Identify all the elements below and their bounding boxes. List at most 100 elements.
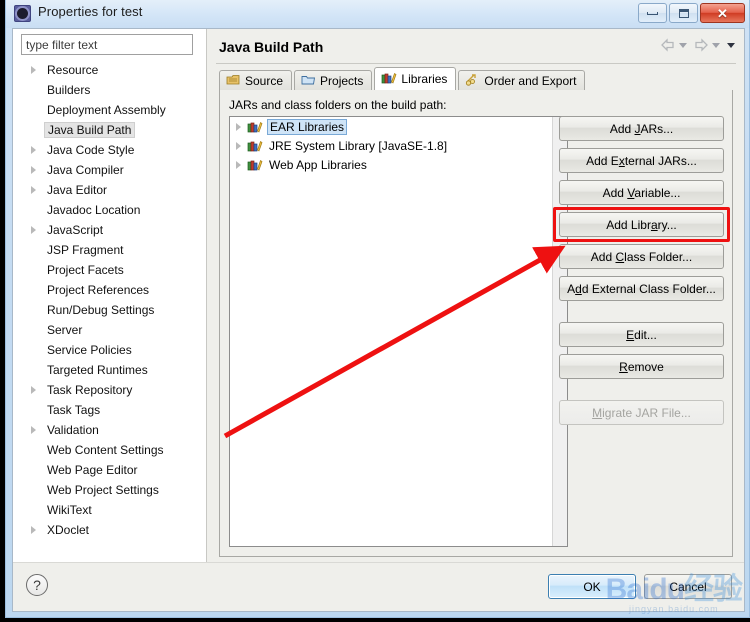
sidebar-item-label: Web Project Settings	[47, 483, 159, 497]
chevron-right-icon[interactable]	[31, 166, 36, 174]
library-entry-row[interactable]: Web App Libraries	[230, 155, 567, 174]
back-arrow-icon[interactable]	[660, 38, 676, 52]
sidebar-item-label: XDoclet	[47, 523, 90, 537]
chevron-right-icon[interactable]	[31, 386, 36, 394]
chevron-right-icon[interactable]	[31, 526, 36, 534]
sidebar-item-java-editor[interactable]: Java Editor	[13, 180, 207, 200]
build-path-tabs[interactable]: Source Projects Libraries Order and Export	[219, 67, 587, 91]
library-books-icon	[247, 139, 263, 153]
chevron-right-icon[interactable]	[31, 226, 36, 234]
sidebar-item-web-content-settings[interactable]: Web Content Settings	[13, 440, 207, 460]
sidebar-item-label: Project References	[47, 283, 150, 297]
sidebar-item-web-page-editor[interactable]: Web Page Editor	[13, 460, 207, 480]
library-books-icon	[247, 120, 263, 134]
minimize-icon	[647, 11, 658, 15]
tab-label: Libraries	[401, 72, 448, 86]
sidebar-item-label: Server	[47, 323, 83, 337]
library-entry-row[interactable]: EAR Libraries	[230, 117, 567, 136]
tab-projects[interactable]: Projects	[294, 70, 373, 91]
libraries-button-column[interactable]: Add JARs... Add External JARs... Add Varia…	[559, 116, 724, 432]
button-add-jars[interactable]: Add JARs...	[559, 116, 724, 141]
sidebar-item-task-repository[interactable]: Task Repository	[13, 380, 207, 400]
sidebar-item-java-build-path[interactable]: Java Build Path	[13, 120, 207, 140]
sidebar-item-label: Java Build Path	[44, 122, 136, 138]
sidebar-item-xdoclet[interactable]: XDoclet	[13, 520, 207, 540]
chevron-right-icon[interactable]	[31, 186, 36, 194]
sidebar-item-web-project-settings[interactable]: Web Project Settings	[13, 480, 207, 500]
sidebar-item-run-debug-settings[interactable]: Run/Debug Settings	[13, 300, 207, 320]
sidebar-item-targeted-runtimes[interactable]: Targeted Runtimes	[13, 360, 207, 380]
forward-arrow-icon[interactable]	[693, 38, 709, 52]
button-edit[interactable]: Edit...	[559, 322, 724, 347]
sidebar-item-project-references[interactable]: Project References	[13, 280, 207, 300]
page-nav-toolbar	[660, 38, 735, 52]
button-remove[interactable]: Remove	[559, 354, 724, 379]
sidebar-item-deployment-assembly[interactable]: Deployment Assembly	[13, 100, 207, 120]
chevron-right-icon[interactable]	[31, 426, 36, 434]
sidebar-item-label: JSP Fragment	[47, 243, 124, 257]
sidebar-item-javadoc-location[interactable]: Javadoc Location	[13, 200, 207, 220]
source-folder-icon	[226, 73, 241, 89]
help-icon[interactable]: ?	[26, 574, 48, 596]
sidebar-item-label: JavaScript	[47, 223, 104, 237]
build-path-list-items[interactable]: EAR Libraries JRE System Library [JavaSE-…	[230, 117, 567, 174]
button-label: Add Variable...	[602, 185, 681, 200]
maximize-button[interactable]	[669, 3, 698, 23]
sidebar-item-javascript[interactable]: JavaScript	[13, 220, 207, 240]
sidebar-item-label: Deployment Assembly	[47, 103, 166, 117]
dialog-action-buttons: OK Cancel	[548, 574, 732, 599]
button-add-class-folder[interactable]: Add Class Folder...	[559, 244, 724, 269]
chevron-right-icon[interactable]	[236, 122, 241, 131]
chevron-right-icon[interactable]	[31, 66, 36, 74]
sidebar-item-server[interactable]: Server	[13, 320, 207, 340]
ok-button[interactable]: OK	[548, 574, 636, 599]
settings-tree[interactable]: Resource Builders Deployment Assembly Java …	[13, 60, 207, 540]
filter-input[interactable]: type filter text	[21, 34, 193, 55]
button-add-variable[interactable]: Add Variable...	[559, 180, 724, 205]
sidebar-item-wikitext[interactable]: WikiText	[13, 500, 207, 520]
tab-order-and-export[interactable]: Order and Export	[458, 70, 586, 91]
libraries-tab-body: JARs and class folders on the build path…	[219, 90, 733, 557]
back-dropdown-icon[interactable]	[679, 42, 687, 48]
sidebar-item-validation[interactable]: Validation	[13, 420, 207, 440]
library-entry-row[interactable]: JRE System Library [JavaSE-1.8]	[230, 136, 567, 155]
sidebar-item-project-facets[interactable]: Project Facets	[13, 260, 207, 280]
sidebar-item-service-policies[interactable]: Service Policies	[13, 340, 207, 360]
order-export-icon	[465, 73, 480, 89]
close-button[interactable]: ✕	[700, 3, 745, 23]
button-label: Add Class Folder...	[590, 249, 693, 264]
button-label: Edit...	[626, 327, 657, 342]
minimize-button[interactable]	[638, 3, 667, 23]
tab-label: Projects	[320, 74, 364, 88]
window-title: Properties for test	[38, 4, 143, 19]
sidebar-item-builders[interactable]: Builders	[13, 80, 207, 100]
button-add-library[interactable]: Add Library...	[559, 212, 724, 237]
sidebar-item-jsp-fragment[interactable]: JSP Fragment	[13, 240, 207, 260]
sidebar-item-label: Javadoc Location	[47, 203, 141, 217]
chevron-right-icon[interactable]	[31, 146, 36, 154]
tab-source[interactable]: Source	[219, 70, 293, 91]
title-bar: Properties for test ✕	[6, 0, 749, 28]
chevron-right-icon[interactable]	[236, 141, 241, 150]
sidebar-item-resource[interactable]: Resource	[13, 60, 207, 80]
header-divider	[216, 63, 736, 64]
dialog-window: Properties for test ✕ type filter text R…	[5, 0, 750, 618]
view-menu-icon[interactable]	[727, 42, 735, 48]
sidebar-item-label: Web Page Editor	[47, 463, 138, 477]
button-label: Remove	[619, 359, 664, 374]
libraries-books-icon	[381, 71, 397, 88]
settings-page-panel: Java Build Path Source Projects Libraries O…	[208, 29, 744, 563]
chevron-right-icon[interactable]	[236, 160, 241, 169]
button-add-external-jars[interactable]: Add External JARs...	[559, 148, 724, 173]
sidebar-item-label: Run/Debug Settings	[47, 303, 155, 317]
library-entry-label: EAR Libraries	[267, 118, 348, 135]
sidebar-item-task-tags[interactable]: Task Tags	[13, 400, 207, 420]
cancel-button[interactable]: Cancel	[644, 574, 732, 599]
button-add-external-class-folder[interactable]: Add External Class Folder...	[559, 276, 724, 301]
sidebar-item-java-compiler[interactable]: Java Compiler	[13, 160, 207, 180]
forward-dropdown-icon[interactable]	[712, 42, 720, 48]
tab-libraries[interactable]: Libraries	[374, 67, 457, 90]
button-migrate-jar-file: Migrate JAR File...	[559, 400, 724, 425]
build-path-list[interactable]: EAR Libraries JRE System Library [JavaSE-…	[229, 116, 568, 547]
sidebar-item-java-code-style[interactable]: Java Code Style	[13, 140, 207, 160]
